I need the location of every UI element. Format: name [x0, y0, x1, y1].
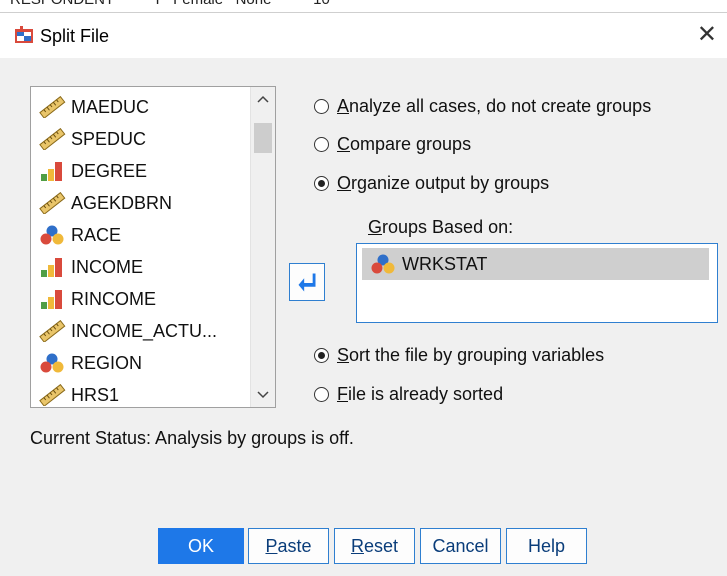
variable-list-scrollbar[interactable] — [250, 87, 275, 407]
arrow-left-icon — [298, 273, 316, 292]
variable-item[interactable]: SPEDUC — [37, 123, 217, 155]
radio-compare-groups-circle[interactable] — [314, 137, 329, 152]
background-window-strip: RESPONDENT F Female None 10 — [0, 0, 727, 14]
radio-organize-output-label: Organize output by groups — [337, 173, 550, 193]
ruler-scale-icon — [37, 127, 67, 151]
nominal-balls-icon — [371, 254, 395, 274]
radio-compare-groups-label: Compare groups — [337, 134, 472, 154]
close-icon[interactable]: ✕ — [697, 20, 717, 49]
cancel-button[interactable]: Cancel — [420, 528, 501, 564]
scroll-thumb[interactable] — [254, 123, 272, 153]
radio-file-already-sorted[interactable]: File is already sorted — [314, 384, 503, 405]
variable-item-label: AGEKDBRN — [71, 192, 173, 213]
ordinal-bars-icon — [37, 160, 67, 182]
scroll-up-icon[interactable] — [251, 89, 275, 111]
ordinal-bars-icon — [37, 288, 67, 310]
variable-item-label: RINCOME — [71, 288, 156, 309]
variable-item[interactable]: INCOME — [37, 251, 217, 283]
variable-item[interactable]: INCOME_ACTU... — [37, 315, 217, 347]
variable-list[interactable]: MAEDUC SPEDUC DEGREE AGEKDBRN RACE INCOME RINC… — [30, 86, 276, 408]
variable-item-label: INCOME — [71, 256, 143, 277]
radio-compare-groups[interactable]: Compare groups — [314, 134, 471, 155]
nominal-balls-icon — [37, 224, 67, 246]
ruler-scale-icon — [37, 191, 67, 215]
radio-analyze-all-circle[interactable] — [314, 99, 329, 114]
ordinal-bars-icon — [37, 256, 67, 278]
radio-organize-output[interactable]: Organize output by groups — [314, 173, 549, 194]
split-file-app-icon — [15, 26, 33, 43]
ruler-scale-icon — [37, 383, 67, 407]
variable-item-label: MAEDUC — [71, 96, 150, 117]
variable-item[interactable]: RACE — [37, 219, 217, 251]
variable-item-label: HRS1 — [71, 384, 120, 405]
radio-organize-output-circle[interactable] — [314, 176, 329, 191]
nominal-balls-icon — [37, 352, 67, 374]
move-variable-button[interactable] — [289, 263, 325, 301]
ok-button[interactable]: OK — [158, 528, 244, 564]
variable-item[interactable]: MAEDUC — [37, 91, 217, 123]
radio-analyze-all-label: Analyze all cases, do not create groups — [337, 96, 652, 116]
variable-item-label: INCOME_ACTU... — [71, 320, 218, 341]
variable-item-label: SPEDUC — [71, 128, 147, 149]
variable-list-items: MAEDUC SPEDUC DEGREE AGEKDBRN RACE INCOME RINC… — [37, 91, 217, 411]
variable-item-label: RACE — [71, 224, 122, 245]
reset-button[interactable]: Reset — [334, 528, 415, 564]
radio-sort-file[interactable]: Sort the file by grouping variables — [314, 345, 604, 366]
variable-item-label: DEGREE — [71, 160, 148, 181]
scroll-down-icon[interactable] — [251, 383, 275, 405]
ruler-scale-icon — [37, 95, 67, 119]
variable-item[interactable]: REGION — [37, 347, 217, 379]
paste-button[interactable]: Paste — [248, 528, 329, 564]
background-text: RESPONDENT F Female None 10 — [10, 0, 330, 8]
split-file-dialog: Split File ✕ MAEDUC SPEDUC DEGREE AGEKDBRN R… — [0, 14, 727, 576]
ruler-scale-icon — [37, 319, 67, 343]
current-status: Current Status: Analysis by groups is of… — [30, 428, 354, 448]
radio-sort-file-circle[interactable] — [314, 348, 329, 363]
groups-based-on-label: Groups Based on: — [368, 217, 514, 237]
radio-file-already-sorted-circle[interactable] — [314, 387, 329, 402]
groups-item-label: WRKSTAT — [402, 253, 488, 274]
groups-list-item-wrkstat[interactable]: WRKSTAT — [362, 248, 709, 280]
title-bar: Split File ✕ — [0, 14, 727, 58]
variable-item[interactable]: RINCOME — [37, 283, 217, 315]
window-title: Split File — [40, 26, 110, 46]
variable-item[interactable]: HRS1 — [37, 379, 217, 411]
radio-sort-file-label: Sort the file by grouping variables — [337, 345, 605, 365]
variable-item[interactable]: AGEKDBRN — [37, 187, 217, 219]
variable-item[interactable]: DEGREE — [37, 155, 217, 187]
groups-based-on-list[interactable]: WRKSTAT — [356, 243, 718, 323]
variable-item-label: REGION — [71, 352, 143, 373]
radio-file-already-sorted-label: File is already sorted — [337, 384, 504, 404]
radio-analyze-all[interactable]: Analyze all cases, do not create groups — [314, 96, 651, 117]
background-divider — [0, 12, 727, 13]
help-button[interactable]: Help — [506, 528, 587, 564]
